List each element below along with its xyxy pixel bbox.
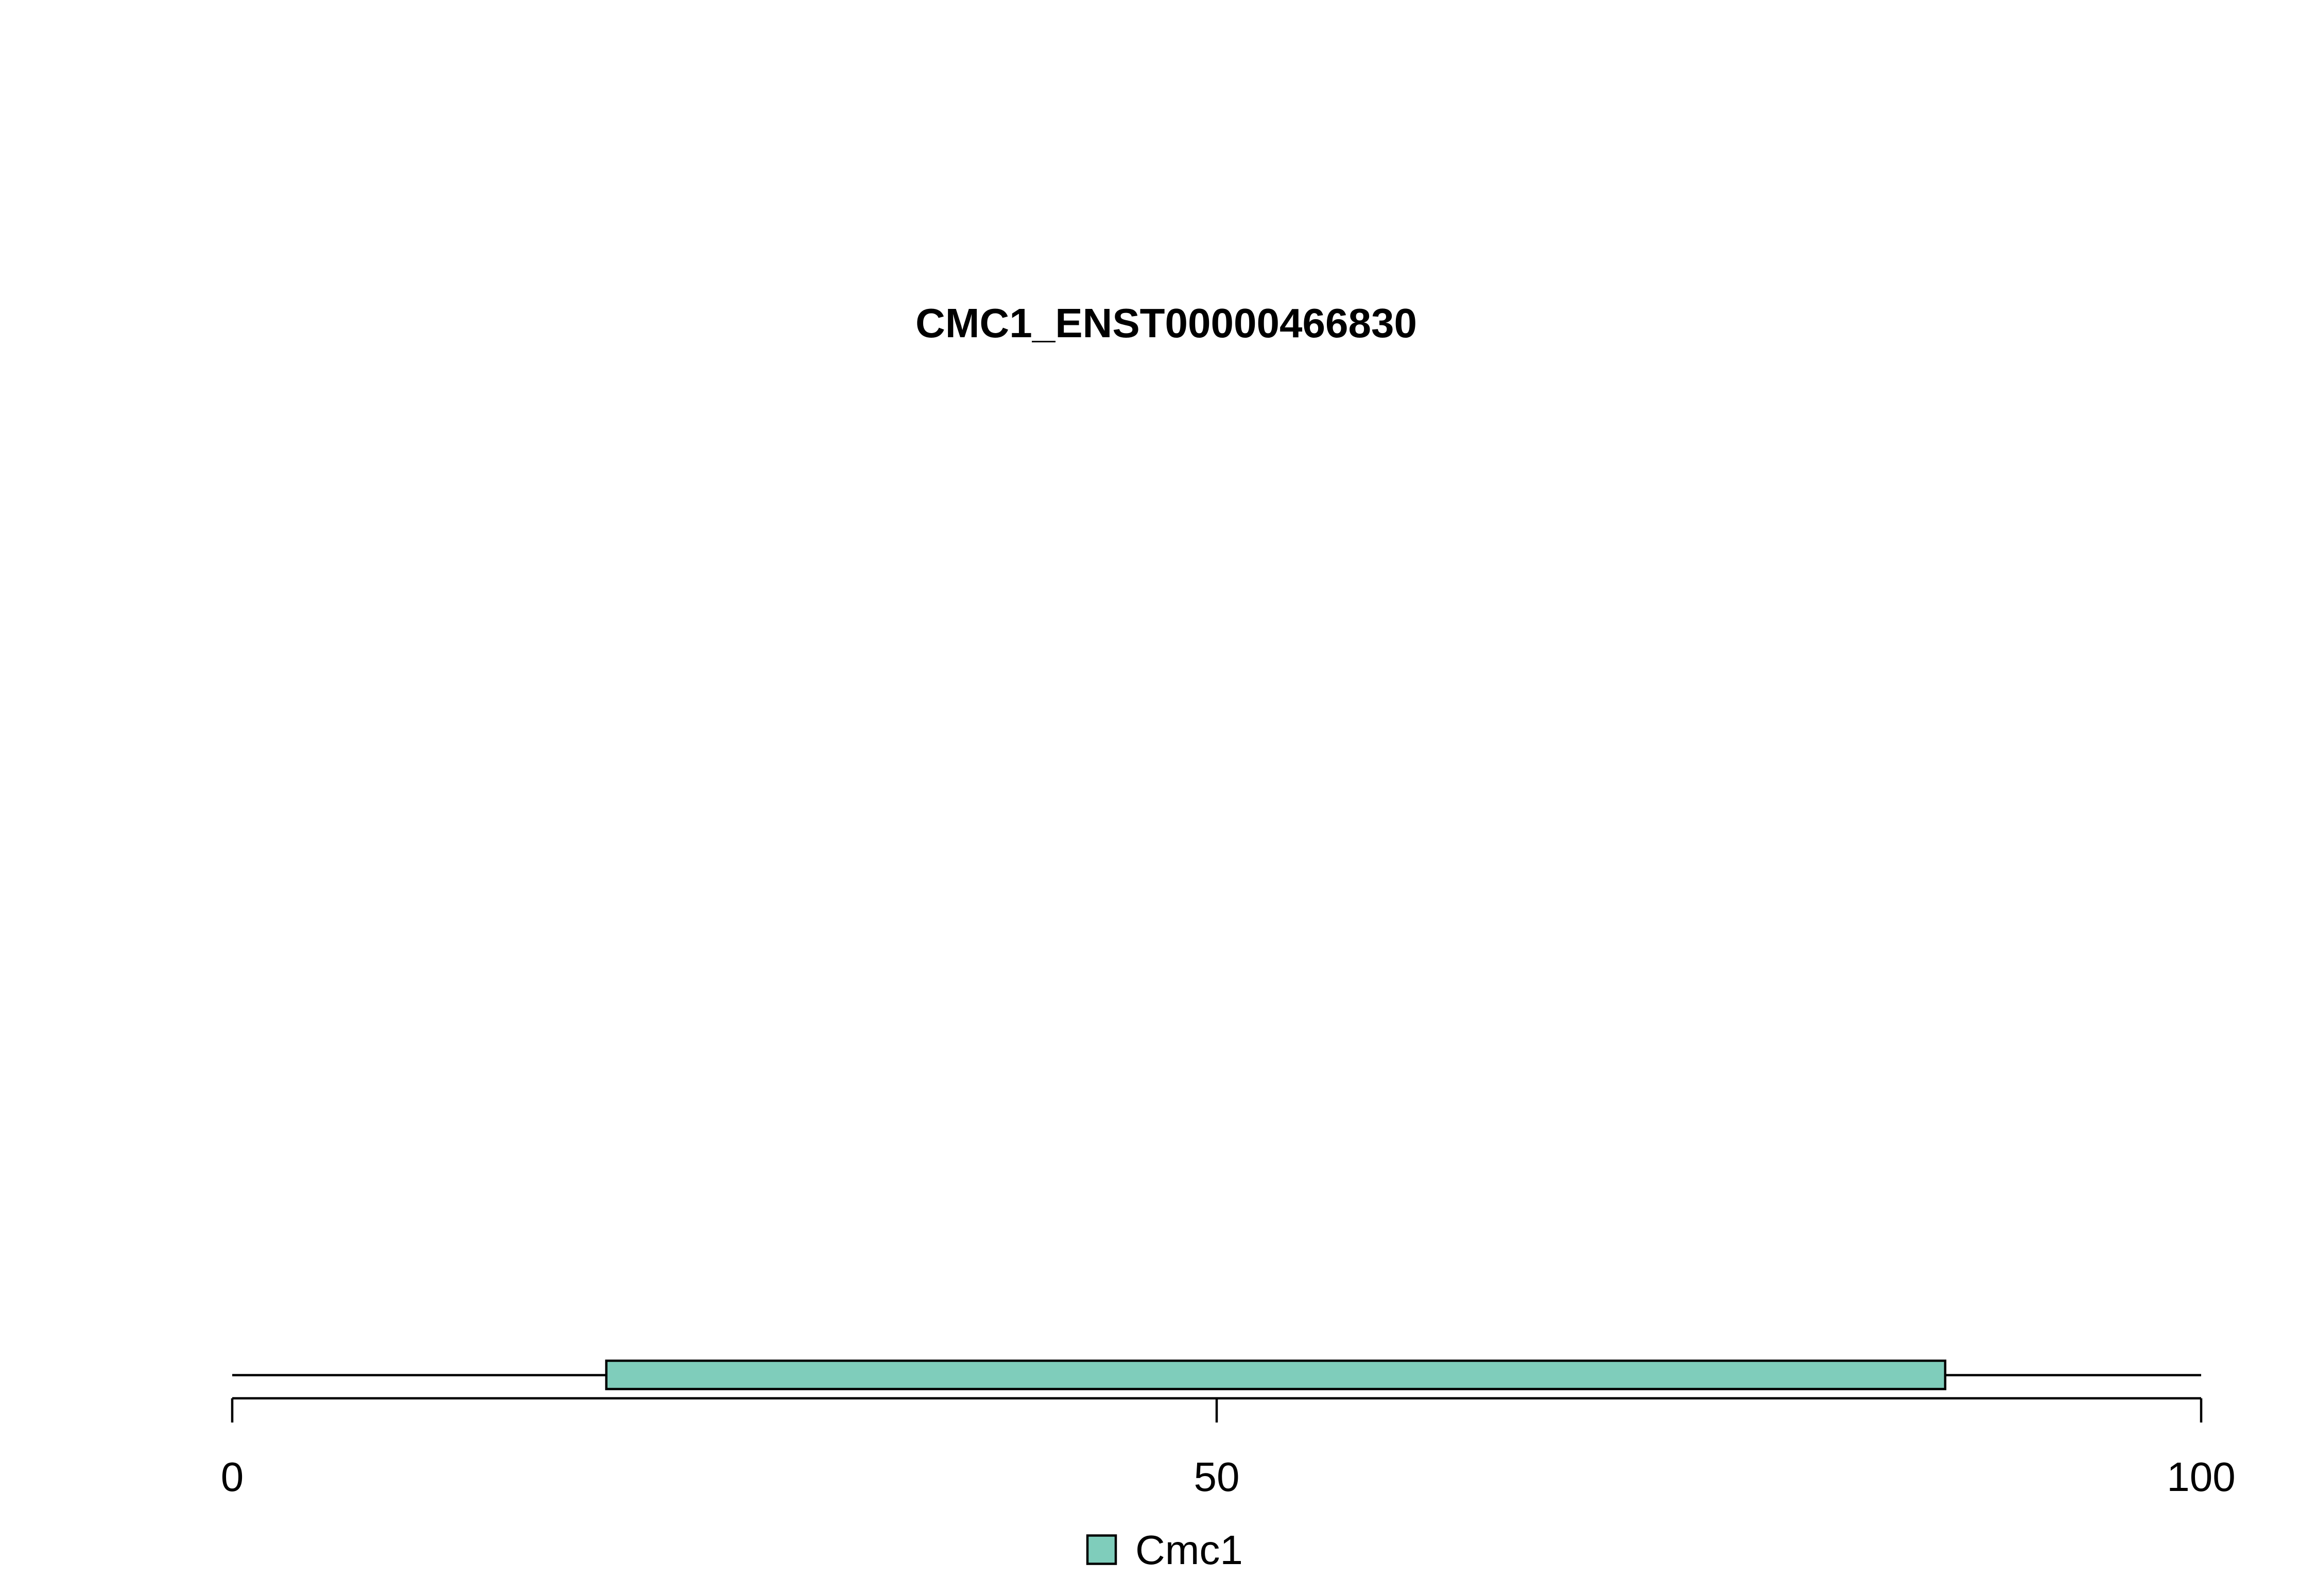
legend-swatch-cmc1 (1086, 1534, 1117, 1565)
x-tick-label: 0 (221, 1454, 244, 1500)
domain-layer (605, 1359, 1947, 1391)
legend: Cmc1 (1086, 1527, 1243, 1573)
x-axis: 0 50 100 (221, 1397, 2236, 1500)
x-axis-ticks: 0 50 100 (221, 1398, 2236, 1500)
x-tick-label: 50 (1194, 1454, 1240, 1500)
chart-title: CMC1_ENST00000466830 (915, 300, 1417, 346)
chart-figure: CMC1_ENST00000466830 0 50 100 Cmc1 (221, 300, 2236, 1573)
domain-bar-cmc1 (605, 1359, 1947, 1391)
legend-label-cmc1: Cmc1 (1135, 1527, 1243, 1573)
x-tick-label: 100 (2167, 1454, 2235, 1500)
